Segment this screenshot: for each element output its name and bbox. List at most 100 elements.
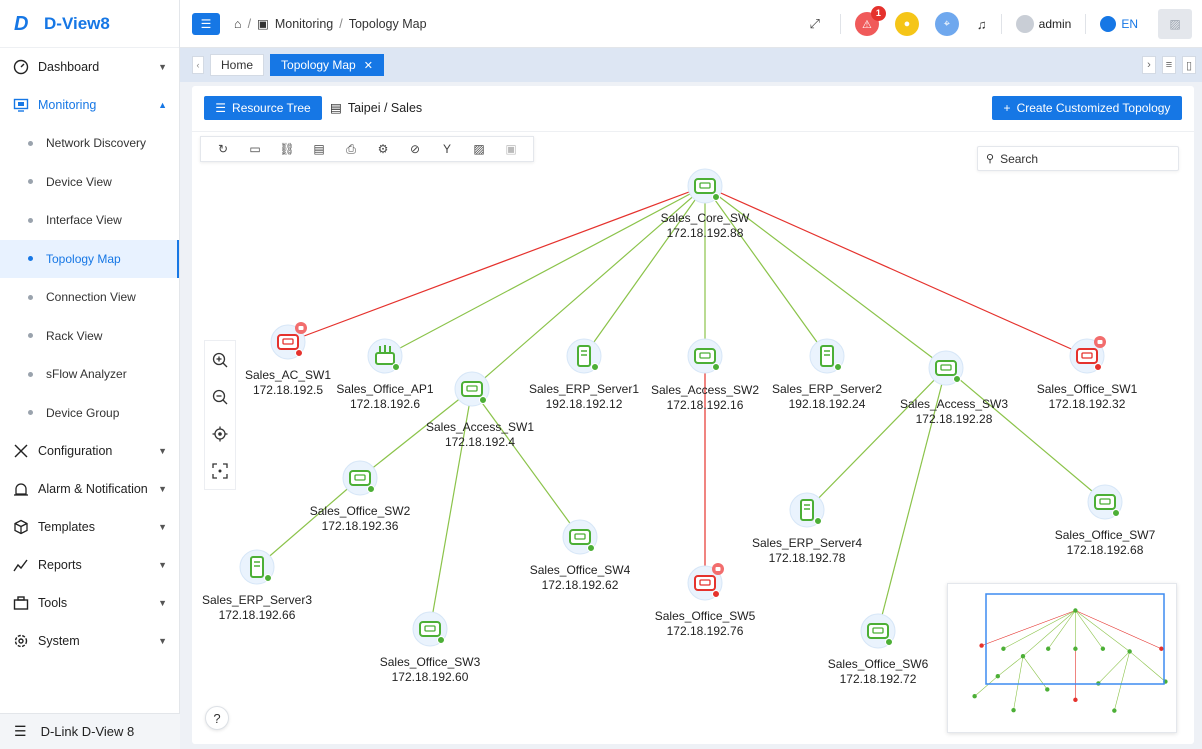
tab-bar: ‹ Home Topology Map ✕ › ≡ ▯ — [180, 48, 1202, 82]
top-header: ☰ ⌂ / ▣ Monitoring / Topology Map ⤢ ⚠ 1 ●… — [180, 0, 1202, 48]
submenu-topology-map[interactable]: Topology Map — [0, 239, 179, 278]
menu-reports[interactable]: Reports ▼ — [0, 546, 179, 584]
bullet-icon — [28, 179, 33, 185]
topology-node-ap1[interactable]: Sales_Office_AP1172.18.192.6 — [336, 338, 434, 411]
close-icon[interactable]: ✕ — [364, 59, 373, 72]
home-icon[interactable]: ⌂ — [234, 17, 242, 31]
menu-tools[interactable]: Tools ▼ — [0, 584, 179, 622]
node-name: Sales_ERP_Server1 — [529, 382, 639, 396]
bullet-icon — [28, 217, 33, 223]
node-name: Sales_Access_SW1 — [426, 420, 534, 434]
locate-icon[interactable] — [210, 424, 230, 444]
user-menu[interactable]: admin — [1015, 15, 1071, 33]
minimap-viewport[interactable] — [985, 593, 1165, 685]
app-logo[interactable]: D D-View8 — [0, 0, 179, 48]
topology-node-acc1[interactable]: Sales_Access_SW1172.18.192.4 — [426, 371, 534, 449]
image-icon[interactable]: ▨ — [469, 139, 489, 159]
topology-node-off6[interactable]: Sales_Office_SW6172.18.192.72 — [828, 613, 929, 686]
tab-close-all-icon[interactable]: ▯ — [1182, 56, 1196, 74]
search-input[interactable] — [1000, 151, 1161, 166]
node-ip: 192.18.192.12 — [546, 397, 623, 411]
topology-node-off1[interactable]: Sales_Office_SW1172.18.192.32 — [1037, 336, 1138, 411]
topology-node-erp1[interactable]: Sales_ERP_Server1192.18.192.12 — [529, 338, 639, 411]
server-icon — [820, 345, 834, 367]
minimap-link — [997, 655, 1024, 677]
menu-templates[interactable]: Templates ▼ — [0, 508, 179, 546]
print-icon[interactable]: ⎙ — [341, 139, 361, 159]
topology-link[interactable] — [287, 185, 706, 343]
minimap-link — [1075, 610, 1104, 649]
document-icon[interactable]: ▤ — [309, 139, 329, 159]
menu-system[interactable]: System ▼ — [0, 622, 179, 660]
submenu-network-discovery[interactable]: Network Discovery — [0, 124, 179, 163]
topology-node-erp3[interactable]: Sales_ERP_Server3172.18.192.66 — [202, 549, 312, 622]
language-selector[interactable]: EN — [1100, 16, 1138, 32]
warning-icon[interactable]: ● — [894, 12, 919, 36]
toggle-sidebar-button[interactable]: ☰ — [192, 12, 220, 35]
menu-configuration[interactable]: Configuration ▼ — [0, 432, 179, 470]
submenu-device-view[interactable]: Device View — [0, 163, 179, 202]
settings-icon[interactable]: ⚙ — [373, 139, 393, 159]
tab-list-icon[interactable]: ≡ — [1162, 56, 1176, 74]
submenu-interface-view[interactable]: Interface View — [0, 201, 179, 240]
zoom-out-icon[interactable] — [210, 387, 230, 407]
location-icon[interactable]: ⌖ — [934, 12, 959, 36]
chevron-down-icon: ▼ — [158, 636, 167, 646]
topology-node-off4[interactable]: Sales_Office_SW4172.18.192.62 — [530, 519, 631, 592]
cube-icon — [12, 518, 30, 536]
sidebar-footer[interactable]: ☰ D-Link D-View 8 — [0, 713, 180, 749]
minimap-node — [1100, 646, 1106, 651]
topology-link[interactable] — [384, 185, 706, 357]
sidebar: D D-View8 Dashboard ▼ Monitoring ▲ Netwo… — [0, 0, 180, 749]
tab-scroll-left-icon[interactable]: ‹ — [192, 56, 204, 74]
breadcrumb-monitoring[interactable]: Monitoring — [275, 17, 333, 31]
switch-icon — [1094, 494, 1116, 510]
status-dot — [367, 485, 375, 493]
fullscreen-icon[interactable]: ⤢ — [809, 16, 819, 32]
minimap-node — [1127, 649, 1132, 654]
bell-icon[interactable]: ♫ — [977, 17, 987, 32]
status-dot — [437, 636, 445, 644]
refresh-icon[interactable]: ↻ — [213, 139, 233, 159]
topology-node-off2[interactable]: Sales_Office_SW2172.18.192.36 — [310, 460, 411, 533]
minimap-link — [981, 610, 1076, 646]
alarm-icon[interactable]: ⚠ 1 — [854, 6, 886, 36]
menu-dashboard[interactable]: Dashboard ▼ — [0, 48, 179, 86]
search-box[interactable]: ⚲ — [977, 146, 1179, 171]
topology-node-off3[interactable]: Sales_Office_SW3172.18.192.60 — [380, 611, 481, 684]
tab-home[interactable]: Home — [210, 54, 265, 76]
topology-node-acc3[interactable]: Sales_Access_SW3172.18.192.28 — [900, 350, 1008, 426]
status-dot — [479, 396, 487, 404]
fit-view-icon[interactable] — [210, 461, 230, 481]
submenu-rack-view[interactable]: Rack View — [0, 317, 179, 356]
menu-monitoring[interactable]: Monitoring ▲ — [0, 86, 179, 124]
save-icon[interactable]: ▣ — [501, 139, 521, 159]
minimap-canvas[interactable] — [948, 584, 1178, 734]
help-button[interactable]: ? — [205, 706, 229, 730]
minimap[interactable] — [947, 583, 1177, 733]
topology-node-off7[interactable]: Sales_Office_SW7172.18.192.68 — [1055, 484, 1156, 557]
tab-scroll-right-icon[interactable]: › — [1142, 56, 1156, 74]
link-icon[interactable]: ⛓ — [277, 139, 297, 159]
submenu-device-group[interactable]: Device Group — [0, 394, 179, 433]
topology-node-ac1[interactable]: Sales_AC_SW1172.18.192.5 — [245, 322, 331, 397]
submenu-connection-view[interactable]: Connection View — [0, 278, 179, 317]
status-dot — [712, 193, 720, 201]
device-icon[interactable]: ▭ — [245, 139, 265, 159]
status-dot — [1094, 363, 1102, 371]
topology-node-erp2[interactable]: Sales_ERP_Server2192.18.192.24 — [772, 338, 882, 411]
gear-icon — [12, 632, 30, 650]
topology-node-erp4[interactable]: Sales_ERP_Server4172.18.192.78 — [752, 492, 862, 565]
dashboard-icon — [12, 58, 30, 76]
topology-link[interactable] — [471, 388, 581, 538]
topology-panel: ☰ Resource Tree ▤ Taipei / Sales + Create C… — [192, 86, 1194, 744]
tab-topology-map[interactable]: Topology Map ✕ — [270, 54, 384, 76]
submenu-sflow-analyzer[interactable]: sFlow Analyzer — [0, 355, 179, 394]
topology-node-off5[interactable]: Sales_Office_SW5172.18.192.76 — [655, 563, 756, 638]
zoom-in-icon[interactable] — [210, 350, 230, 370]
status-dot — [264, 574, 272, 582]
layout-tree-icon[interactable]: Y — [437, 139, 457, 159]
compass-icon[interactable]: ⊘ — [405, 139, 425, 159]
image-icon[interactable]: ▨ — [1158, 9, 1192, 39]
menu-alarm-notification[interactable]: Alarm & Notification ▼ — [0, 470, 179, 508]
